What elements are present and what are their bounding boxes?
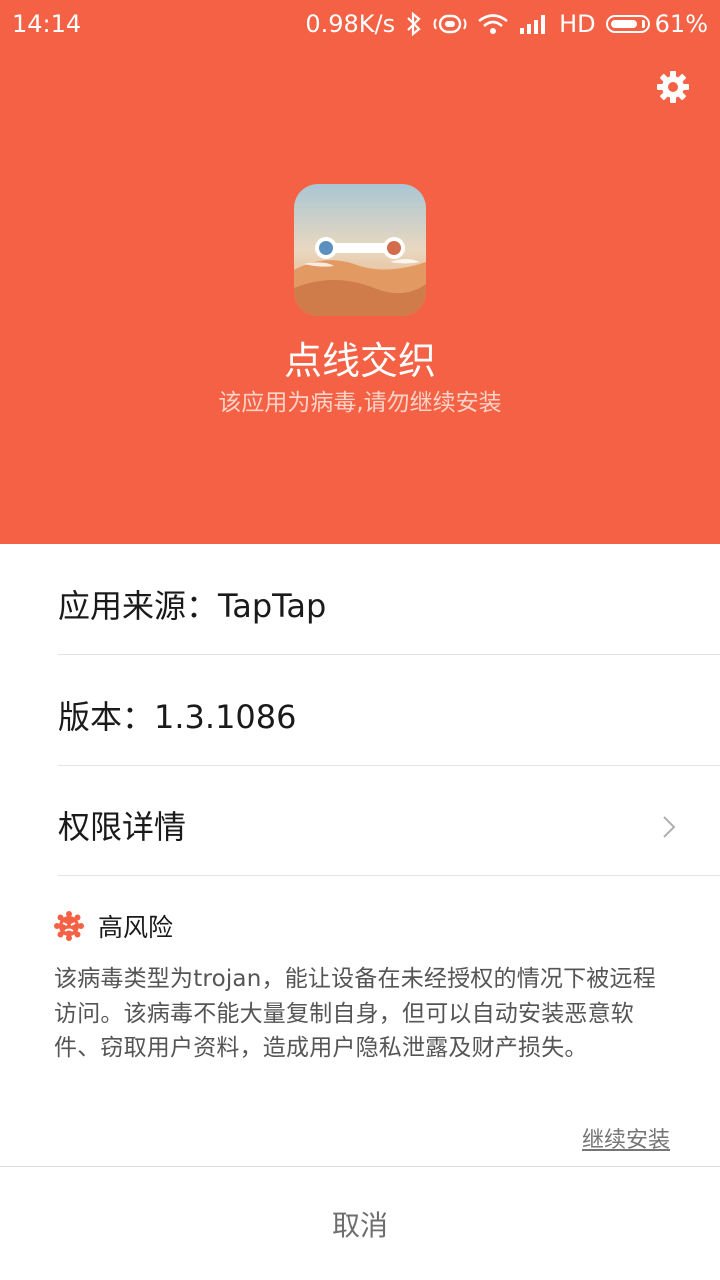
vibrate-icon <box>433 12 467 36</box>
battery-icon <box>605 15 650 33</box>
status-time: 14:14 <box>12 10 82 38</box>
network-type: HD <box>559 10 596 38</box>
bluetooth-icon <box>405 12 423 36</box>
network-speed: 0.98K/s <box>305 10 396 38</box>
status-icons: 0.98K/s HD 61% <box>305 10 708 38</box>
cancel-button[interactable]: 取消 <box>0 1167 720 1280</box>
continue-install-link[interactable]: 继续安装 <box>582 1122 670 1154</box>
risk-description: 该病毒类型为trojan，能让设备在未经授权的情况下被远程访问。该病毒不能大量复… <box>54 966 656 1061</box>
virus-icon <box>54 911 84 941</box>
app-icon <box>294 184 426 316</box>
risk-section: 高风险 该病毒类型为trojan，能让设备在未经授权的情况下被远程访问。该病毒不… <box>54 908 674 1066</box>
version-row: 版本：1.3.1086 <box>58 656 720 766</box>
app-name: 点线交织 <box>283 339 436 383</box>
source-row: 应用来源：TapTap <box>58 545 720 655</box>
permissions-row[interactable]: 权限详情 <box>58 766 720 876</box>
status-bar: 14:14 0.98K/s HD 61% <box>0 0 720 50</box>
signal-icon <box>519 13 549 35</box>
settings-gear-icon[interactable] <box>656 70 690 104</box>
virus-warning: 该应用为病毒,请勿继续安装 <box>218 390 502 416</box>
chevron-right-icon <box>662 809 676 838</box>
wifi-icon <box>477 12 509 36</box>
permissions-label: 权限详情 <box>58 808 187 846</box>
version-label: 版本：1.3.1086 <box>58 698 297 736</box>
risk-level: 高风险 <box>98 913 174 942</box>
risk-header: 高风险 <box>54 908 674 944</box>
header-banner: 14:14 0.98K/s HD 61% 点线交织 该应用为病毒,请勿继续安装 <box>0 0 720 544</box>
battery-percent: 61% <box>654 10 708 38</box>
source-label: 应用来源：TapTap <box>58 587 327 625</box>
